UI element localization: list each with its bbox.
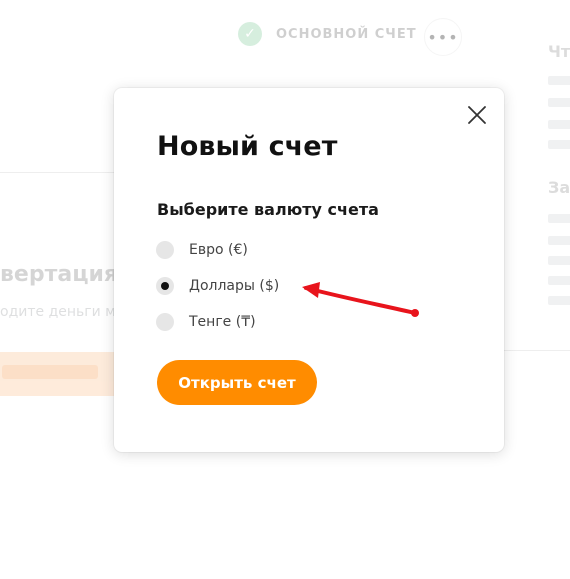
background-account-label: ОСНОВНОЙ СЧЕТ — [276, 26, 417, 42]
currency-option-euro[interactable]: Евро (€) — [156, 232, 279, 268]
radio-selected-dot — [161, 282, 169, 290]
background-side-text-line — [548, 296, 570, 305]
radio-button[interactable] — [156, 241, 174, 259]
background-divider — [0, 172, 114, 173]
more-options-icon: ••• — [424, 18, 462, 56]
background-side-text-line — [548, 140, 570, 149]
background-conversion-subtitle: одите деньги м — [0, 304, 116, 320]
check-icon: ✓ — [238, 22, 262, 46]
close-button[interactable] — [464, 102, 490, 128]
background-side-heading: Чт — [548, 42, 570, 61]
close-icon — [468, 106, 486, 124]
radio-button-selected[interactable] — [156, 277, 174, 295]
background-side-text-line — [548, 256, 570, 265]
currency-radio-group: Евро (€) Доллары ($) Тенге (₸) — [156, 232, 279, 340]
currency-option-dollars[interactable]: Доллары ($) — [156, 268, 279, 304]
background-side-text-line — [548, 98, 570, 107]
background-side-text-line — [548, 76, 570, 85]
open-account-button[interactable]: Открыть счет — [157, 360, 317, 405]
currency-option-label: Тенге (₸) — [189, 314, 256, 330]
background-side-text-line — [548, 120, 570, 129]
dialog-title: Новый счет — [157, 131, 338, 162]
background-conversion-button — [0, 352, 128, 396]
currency-option-tenge[interactable]: Тенге (₸) — [156, 304, 279, 340]
radio-button[interactable] — [156, 313, 174, 331]
background-divider — [504, 350, 570, 351]
background-side-text-line — [548, 214, 570, 223]
background-side-text-line — [548, 276, 570, 285]
background-account-header: ✓ ОСНОВНОЙ СЧЕТ — [238, 22, 417, 46]
new-account-dialog: Новый счет Выберите валюту счета Евро (€… — [114, 88, 504, 452]
currency-option-label: Евро (€) — [189, 242, 248, 258]
background-conversion-title: вертация — [0, 262, 119, 287]
currency-section-label: Выберите валюту счета — [157, 200, 379, 219]
page: ✓ ОСНОВНОЙ СЧЕТ ••• Чт За вертация одите… — [0, 0, 570, 579]
background-side-heading: За — [548, 178, 570, 197]
background-side-text-line — [548, 236, 570, 245]
currency-option-label: Доллары ($) — [189, 278, 280, 294]
